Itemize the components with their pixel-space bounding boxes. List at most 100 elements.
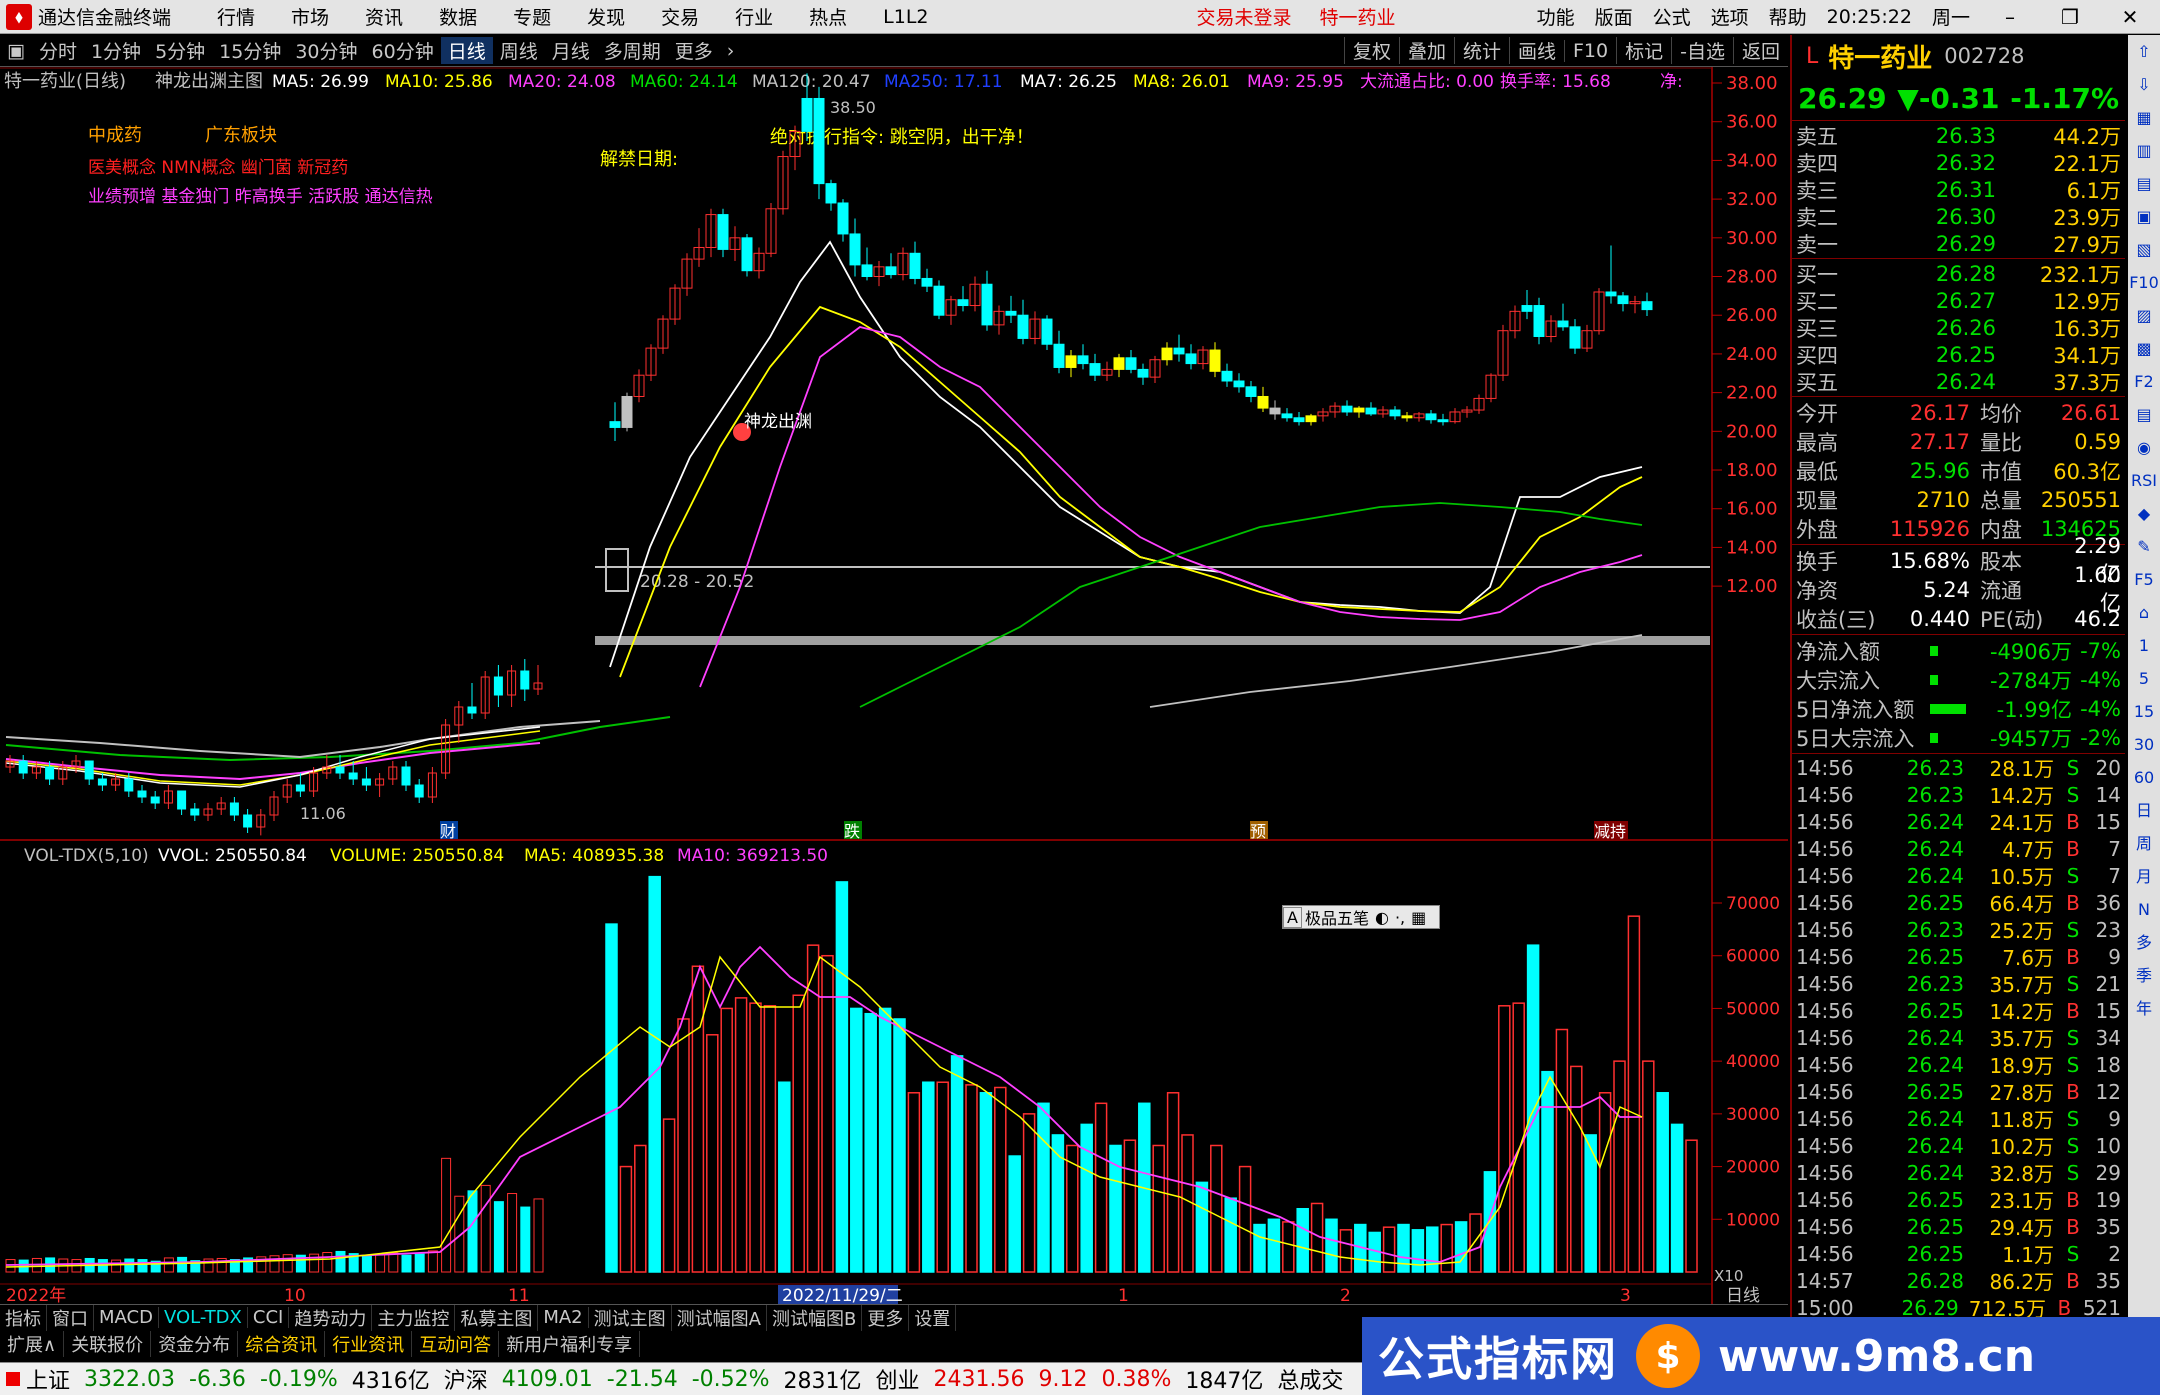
quote-row[interactable]: 买五 26.24 37.3万 xyxy=(1792,368,2125,395)
candle[interactable] xyxy=(813,97,825,185)
side-tool-icon[interactable]: ▥ xyxy=(2128,134,2160,167)
tick-row[interactable]: 14:56 26.23 35.7万 S 21 xyxy=(1792,970,2125,998)
volume-bar[interactable] xyxy=(605,923,618,1273)
menu-layout[interactable]: 版面 xyxy=(1595,3,1633,30)
candle[interactable] xyxy=(1389,409,1401,417)
candle[interactable] xyxy=(1089,363,1101,376)
candle[interactable] xyxy=(1053,343,1065,368)
volume-bar[interactable] xyxy=(1325,1218,1338,1273)
side-tool-icon[interactable]: 5 xyxy=(2128,662,2160,695)
menu-market[interactable]: 市场 xyxy=(291,3,329,30)
indicator-tab[interactable]: CCI xyxy=(248,1307,290,1328)
volume-bar[interactable] xyxy=(1526,944,1540,1273)
side-tool-icon[interactable]: F10 xyxy=(2128,266,2160,299)
candle[interactable] xyxy=(1005,310,1017,316)
menu-topic[interactable]: 专题 xyxy=(513,3,551,30)
volume-bar[interactable] xyxy=(1656,1092,1669,1273)
extension-tab[interactable]: 行业资讯 xyxy=(325,1331,413,1357)
volume-bar[interactable] xyxy=(1253,1223,1266,1273)
side-tool-icon[interactable]: N xyxy=(2128,893,2160,926)
volume-bar[interactable] xyxy=(1008,1155,1021,1273)
period-tab[interactable]: 分时 xyxy=(32,37,84,64)
menu-trade[interactable]: 交易 xyxy=(661,3,699,30)
period-tab[interactable]: 1分钟 xyxy=(84,37,148,64)
volume-bar[interactable] xyxy=(1411,1229,1425,1273)
candle[interactable] xyxy=(1533,305,1545,337)
candle[interactable] xyxy=(1557,320,1569,328)
quote-row[interactable]: 买四 26.25 34.1万 xyxy=(1792,341,2125,368)
side-tool-icon[interactable]: ▣ xyxy=(2128,200,2160,233)
menu-options[interactable]: 选项 xyxy=(1711,3,1749,30)
ime-mode-icon[interactable]: A xyxy=(1283,906,1302,928)
event-marker[interactable]: 财 xyxy=(440,822,456,841)
candle[interactable] xyxy=(1305,415,1317,423)
indicator-tab[interactable]: 测试幅图B xyxy=(767,1304,863,1331)
quote-row[interactable]: 卖一 26.29 27.9万 xyxy=(1792,230,2125,257)
tool-back-button[interactable]: 返回 xyxy=(1732,37,1788,64)
candle[interactable] xyxy=(1137,368,1149,378)
tick-row[interactable]: 14:56 26.24 24.1万 B 15 xyxy=(1792,808,2125,836)
volume-bar[interactable] xyxy=(1454,1221,1468,1273)
ime-moon-icon[interactable]: ◐ xyxy=(1372,908,1392,927)
tool-watchlist-button[interactable]: -自选 xyxy=(1671,37,1733,64)
period-tab[interactable]: 60分钟 xyxy=(365,37,441,64)
indicator-tab[interactable]: 窗口 xyxy=(47,1304,94,1331)
extension-tab[interactable]: 资金分布 xyxy=(151,1331,239,1357)
indicator-tab[interactable]: 更多 xyxy=(862,1304,910,1331)
menu-function[interactable]: 功能 xyxy=(1537,3,1575,30)
menu-hot[interactable]: 热点 xyxy=(809,3,847,30)
quote-row[interactable]: 买三 26.26 16.3万 xyxy=(1792,314,2125,341)
indicator-tab[interactable]: 指标 xyxy=(0,1304,47,1331)
extension-tab[interactable]: 新用户福利专享 xyxy=(499,1331,641,1357)
candle[interactable] xyxy=(1341,405,1353,413)
candle[interactable] xyxy=(981,283,993,326)
volume-bar[interactable] xyxy=(1195,1181,1209,1273)
close-icon[interactable]: ✕ xyxy=(2110,5,2150,29)
candle[interactable] xyxy=(861,264,873,278)
period-more[interactable]: 更多 xyxy=(668,37,720,64)
ime-keyboard-icon[interactable]: ▦ xyxy=(1408,908,1429,927)
quote-row[interactable]: 卖四 26.32 22.1万 xyxy=(1792,149,2125,176)
period-tab[interactable]: 多周期 xyxy=(597,37,668,64)
index-sh-name[interactable]: 上证 xyxy=(26,1363,70,1395)
volume-bar[interactable] xyxy=(1296,1207,1309,1273)
indicator-tab[interactable]: 测试主图 xyxy=(589,1304,672,1331)
tool-mark-button[interactable]: 标记 xyxy=(1616,37,1671,64)
side-tool-icon[interactable]: ⇩ xyxy=(2128,68,2160,101)
tick-row[interactable]: 14:57 26.28 86.2万 B 35 xyxy=(1792,1267,2125,1295)
candle[interactable] xyxy=(1113,357,1125,370)
side-tool-icon[interactable]: ▦ xyxy=(2128,101,2160,134)
volume-bar[interactable] xyxy=(878,1007,892,1273)
side-tool-icon[interactable]: 1 xyxy=(2128,629,2160,662)
candle[interactable] xyxy=(1185,353,1197,365)
restore-icon[interactable]: ❐ xyxy=(2050,5,2090,29)
indicator-tab[interactable]: 趋势动力 xyxy=(289,1304,373,1331)
side-tool-icon[interactable]: 15 xyxy=(2128,695,2160,728)
quote-row[interactable]: 卖二 26.30 23.9万 xyxy=(1792,203,2125,230)
candle[interactable] xyxy=(609,421,621,428)
candle[interactable] xyxy=(1521,305,1533,312)
ime-toolbar[interactable]: A 极品五笔 ◐ ·, ▦ xyxy=(1282,905,1440,929)
indicator-tab[interactable]: 主力监控 xyxy=(372,1304,456,1331)
tool-draw-button[interactable]: 画线 xyxy=(1508,37,1564,64)
candle[interactable] xyxy=(1161,347,1173,361)
tick-row[interactable]: 14:56 26.25 66.4万 B 36 xyxy=(1792,889,2125,917)
menu-discover[interactable]: 发现 xyxy=(587,3,625,30)
candle[interactable] xyxy=(1221,370,1233,382)
side-tool-icon[interactable]: ▩ xyxy=(2128,332,2160,365)
tool-fuquan-button[interactable]: 复权 xyxy=(1343,37,1399,64)
tick-row[interactable]: 14:56 26.24 4.7万 B 7 xyxy=(1792,835,2125,863)
candle[interactable] xyxy=(1425,413,1437,421)
menu-news[interactable]: 资讯 xyxy=(365,3,403,30)
login-status[interactable]: 交易未登录 xyxy=(1197,3,1292,30)
tick-row[interactable]: 14:56 26.24 35.7万 S 34 xyxy=(1792,1024,2125,1052)
candle[interactable] xyxy=(717,214,729,250)
volume-bar[interactable] xyxy=(950,1055,964,1273)
indicator-tab[interactable]: MA2 xyxy=(538,1307,589,1328)
volume-bar[interactable] xyxy=(835,881,849,1273)
quote-row[interactable]: 买一 26.28 232.1万 xyxy=(1792,260,2125,287)
tool-overlay-button[interactable]: 叠加 xyxy=(1398,37,1454,64)
period-tab[interactable]: 月线 xyxy=(545,37,597,64)
side-tool-icon[interactable]: ✎ xyxy=(2128,530,2160,563)
period-tab[interactable]: 30分钟 xyxy=(288,37,364,64)
